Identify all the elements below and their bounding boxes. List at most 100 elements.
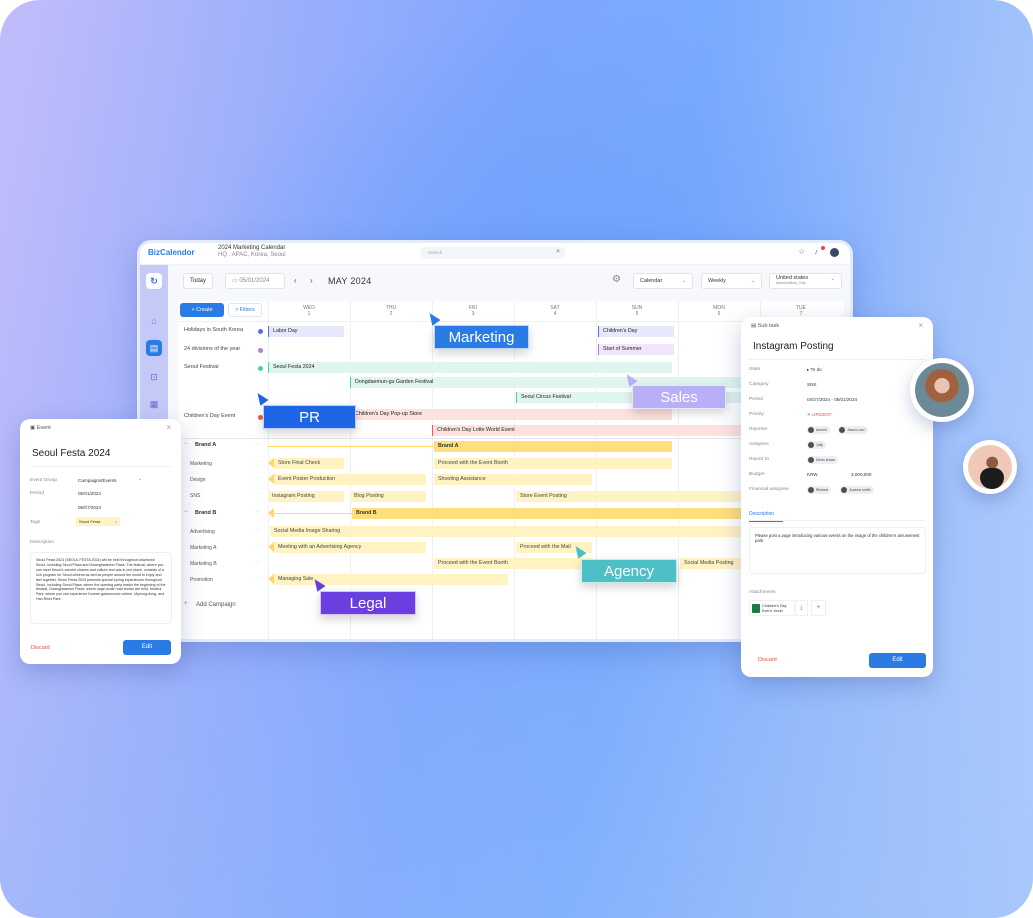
category-dot: [258, 366, 263, 371]
search-input[interactable]: Search ⌕: [420, 247, 566, 259]
more-icon[interactable]: ···: [254, 575, 259, 581]
brand-timeline: [268, 446, 438, 447]
task-bar[interactable]: Store Final Check: [274, 458, 344, 469]
today-button[interactable]: Today: [183, 273, 214, 289]
event-lotte-world[interactable]: Children's Day Lotte World Event: [432, 425, 770, 436]
person-chip[interactable]: Devis brown: [807, 456, 839, 464]
description-text[interactable]: Seoul Festa 2024 (SEOUL FESTA 2024) will…: [30, 552, 172, 624]
person-name: Devis brown: [816, 458, 836, 462]
gear-icon[interactable]: ⚙: [612, 274, 621, 285]
event-popup-store[interactable]: Children's Day Pop-up Store: [350, 409, 672, 420]
task-bar[interactable]: Shooting Assistance: [434, 474, 592, 485]
timezone-select[interactable]: United states America/New_York ⌄: [769, 273, 842, 289]
edit-button[interactable]: Edit: [123, 640, 171, 655]
day-header[interactable]: WED 1: [268, 305, 350, 317]
more-icon[interactable]: ···: [254, 509, 259, 515]
star-icon[interactable]: ☆: [798, 247, 805, 256]
task-bar[interactable]: Proceed with the Event Booth: [434, 458, 672, 469]
person-chip[interactable]: Andrew smith: [840, 486, 874, 494]
person-chip[interactable]: Ammiri: [807, 426, 830, 434]
category-label: 24 divisions of the year: [184, 346, 241, 352]
brand-timeline: [274, 513, 354, 514]
next-week-button[interactable]: ›: [310, 276, 313, 285]
app-logo-icon[interactable]: ↻: [146, 273, 162, 289]
field-value[interactable]: ▸ To do: [807, 367, 822, 373]
field-value[interactable]: ✕ URGENT: [807, 412, 832, 418]
close-icon[interactable]: ×: [166, 423, 171, 432]
start-date[interactable]: 05/01/2024: [78, 491, 101, 496]
event-seoul-festa[interactable]: Seoul Festa 2024: [268, 362, 672, 373]
person-name: Jason Lord: [847, 428, 865, 432]
toolbar: Today ▭ 05/01/2024 ‹ › MAY 2024 ⚙ Calend…: [168, 265, 850, 303]
app-logo[interactable]: BizCalendor: [148, 248, 195, 257]
task-bar[interactable]: Proceed with the Event Booth: [434, 558, 592, 569]
discard-button[interactable]: Discard: [758, 657, 777, 663]
person-name: Andrew smith: [849, 488, 871, 492]
task-bar[interactable]: Meeting with an Advertising Agency: [274, 542, 426, 553]
brand-bar[interactable]: Brand A: [434, 441, 672, 452]
event-start-of-summer[interactable]: Start of Summer: [598, 344, 674, 355]
subtask-description[interactable]: Please post a page introducing various e…: [749, 527, 926, 574]
day-header[interactable]: SAT 4: [514, 305, 596, 317]
attachment-file[interactable]: Children's Day Event .excel: [749, 600, 795, 616]
field-value[interactable]: SNS: [807, 382, 816, 387]
person-chip[interactable]: Richard: [807, 486, 832, 494]
day-header[interactable]: SUN 5: [596, 305, 678, 317]
more-icon[interactable]: ···: [254, 543, 259, 549]
more-icon[interactable]: ···: [254, 459, 259, 465]
day-header[interactable]: TUE 7: [760, 305, 842, 317]
more-icon[interactable]: ···: [254, 475, 259, 481]
user-avatar[interactable]: [830, 248, 839, 257]
person-chip[interactable]: Jason Lord: [838, 426, 868, 434]
add-attachment-button[interactable]: +: [811, 600, 826, 616]
home-icon[interactable]: ⌂: [146, 313, 162, 329]
collapse-icon[interactable]: −: [184, 441, 188, 447]
person-chip[interactable]: Jully: [807, 441, 827, 449]
discard-button[interactable]: Discard: [31, 645, 50, 651]
add-campaign-button[interactable]: Add Campaign: [196, 602, 236, 608]
end-date[interactable]: 05/07/2024: [78, 505, 101, 510]
task-bar[interactable]: Managing Sale: [274, 574, 508, 585]
day-number: 6: [717, 311, 721, 317]
inbox-icon[interactable]: ⊡: [146, 369, 162, 385]
day-header[interactable]: FRI 3: [432, 305, 514, 317]
download-icon[interactable]: ⤓: [795, 600, 808, 616]
folder-icon[interactable]: ▤: [146, 340, 162, 356]
filters-button[interactable]: ▿ Filters: [228, 303, 262, 317]
date-picker[interactable]: ▭ 05/01/2024: [225, 273, 285, 289]
prev-week-button[interactable]: ‹: [294, 276, 297, 285]
day-header[interactable]: THU 2: [350, 305, 432, 317]
create-button[interactable]: + Create: [180, 303, 224, 317]
more-icon[interactable]: ···: [254, 491, 259, 497]
close-icon[interactable]: ×: [918, 321, 923, 330]
task-bar[interactable]: Store Event Posting: [516, 491, 756, 502]
tag-marketing: Marketing: [434, 325, 529, 349]
task-bar[interactable]: Social Media Image Sharing: [270, 526, 756, 537]
more-icon[interactable]: ···: [254, 559, 259, 565]
period-select[interactable]: Weekly ⌄: [701, 273, 762, 289]
task-bar[interactable]: Event Poster Production: [274, 474, 426, 485]
person-name: Ammiri: [816, 428, 827, 432]
brand-bar[interactable]: Brand B: [352, 508, 756, 519]
task-bar[interactable]: Blog Posting: [350, 491, 426, 502]
collapse-icon[interactable]: −: [184, 509, 188, 515]
more-icon[interactable]: ···: [254, 441, 259, 447]
event-childrens-day[interactable]: Children's Day: [598, 326, 674, 337]
view-select[interactable]: Calendar ⌄: [633, 273, 693, 289]
attachment-name: Children's Day Event .excel: [762, 604, 787, 613]
field-value[interactable]: 04/27/2024 - 05/01/2024: [807, 397, 857, 402]
day-header[interactable]: MON 6: [678, 305, 760, 317]
event-group-select[interactable]: Campaigns/Events: [78, 478, 117, 483]
task-bar[interactable]: Instagram Posting: [268, 491, 344, 502]
remove-tag-icon[interactable]: ×: [115, 517, 117, 526]
budget-amount[interactable]: 3,000,000: [851, 472, 871, 477]
event-labor-day[interactable]: Labor Day: [268, 326, 344, 337]
calendar-add-icon[interactable]: ▦: [146, 396, 162, 412]
tab-description[interactable]: Description: [749, 511, 774, 517]
edit-button[interactable]: Edit: [869, 653, 926, 668]
field-value[interactable]: KRW: [807, 472, 818, 477]
tag-chip[interactable]: Seoul Festa ×: [76, 517, 120, 526]
bell-icon[interactable]: ♪: [814, 247, 818, 256]
more-icon[interactable]: ···: [254, 527, 259, 533]
expand-icon[interactable]: +: [184, 601, 188, 607]
